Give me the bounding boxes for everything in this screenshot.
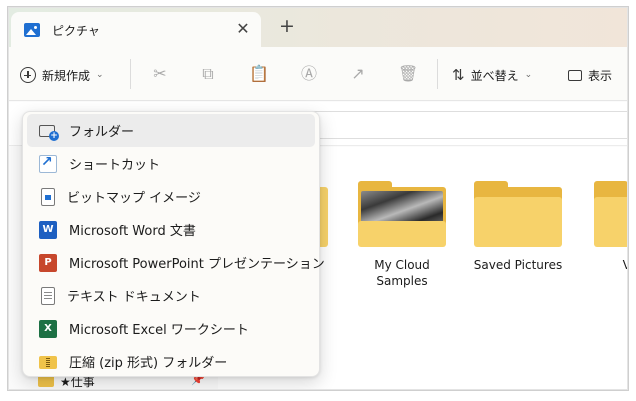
new-tab-button[interactable]: +	[274, 15, 300, 39]
new-item-menu: + フォルダー ショートカット ビットマップ イメージ W Microsoft …	[22, 111, 325, 378]
folder-label: Vi Co	[588, 257, 628, 273]
view-button-label: 表示	[588, 68, 613, 83]
menu-item-label: フォルダー	[69, 125, 135, 140]
tab-title: ピクチャ	[52, 24, 100, 38]
menu-item-word[interactable]: W Microsoft Word 文書	[27, 213, 315, 246]
chevron-down-icon: ⌄	[96, 70, 104, 80]
pictures-icon	[24, 23, 40, 37]
folder-label: Saved Pictures	[473, 258, 563, 272]
word-icon: W	[39, 220, 57, 239]
powerpoint-icon: P	[39, 253, 57, 272]
preview-thumbnail	[361, 191, 443, 225]
explorer-window: ピクチャ ✕ + 新規作成 ⌄ ✂ ⧉ 📋 Ⓐ ↗ 🗑 ⇅ 並べ替え ⌄ 表示	[7, 6, 629, 391]
folder-icon	[594, 181, 628, 247]
menu-item-label: ビットマップ イメージ	[67, 191, 201, 206]
rename-icon[interactable]: Ⓐ	[299, 64, 319, 84]
plus-circle-icon	[20, 67, 36, 83]
delete-icon[interactable]: 🗑	[398, 64, 418, 84]
folder-label: My Cloud Samples	[374, 258, 430, 288]
sort-icon: ⇅	[452, 66, 465, 84]
copy-icon[interactable]: ⧉	[198, 64, 218, 84]
folder-icon	[474, 181, 562, 247]
folder-tile-videos[interactable]: Vi Co	[588, 181, 628, 273]
view-button[interactable]: 表示	[568, 64, 612, 86]
shortcut-icon	[39, 154, 57, 173]
menu-item-label: テキスト ドキュメント	[67, 290, 201, 305]
menu-item-powerpoint[interactable]: P Microsoft PowerPoint プレゼンテーション	[27, 246, 325, 279]
view-icon	[568, 69, 582, 81]
menu-item-text-document[interactable]: テキスト ドキュメント	[27, 279, 315, 312]
chevron-down-icon: ⌄	[524, 70, 533, 80]
sort-button[interactable]: ⇅ 並べ替え ⌄	[452, 64, 532, 86]
menu-item-excel[interactable]: X Microsoft Excel ワークシート	[27, 312, 315, 345]
folder-icon	[358, 181, 446, 247]
zip-folder-icon	[39, 353, 57, 371]
menu-item-label: Microsoft PowerPoint プレゼンテーション	[69, 257, 325, 272]
bitmap-icon	[41, 187, 55, 206]
share-icon[interactable]: ↗	[348, 64, 368, 84]
new-folder-icon: +	[39, 122, 59, 141]
menu-item-label: ショートカット	[69, 158, 161, 173]
menu-item-label: Microsoft Excel ワークシート	[69, 323, 249, 338]
tab-strip: ピクチャ ✕ +	[8, 7, 628, 47]
sort-button-label: 並べ替え	[470, 68, 519, 83]
cut-icon[interactable]: ✂	[150, 64, 170, 84]
paste-icon[interactable]: 📋	[249, 64, 269, 84]
folder-tile-my-cloud-samples[interactable]: My Cloud Samples	[352, 181, 452, 289]
new-button-label: 新規作成	[42, 68, 91, 83]
text-document-icon	[41, 286, 55, 305]
divider	[130, 59, 131, 89]
address-bar[interactable]	[304, 111, 628, 139]
tab-pictures[interactable]: ピクチャ ✕	[11, 12, 261, 47]
close-icon[interactable]: ✕	[233, 19, 253, 39]
folder-tile-saved-pictures[interactable]: Saved Pictures	[468, 181, 568, 273]
new-button[interactable]: 新規作成 ⌄	[20, 64, 104, 86]
menu-item-zip-folder[interactable]: 圧縮 (zip 形式) フォルダー	[27, 345, 315, 378]
command-bar: 新規作成 ⌄ ✂ ⧉ 📋 Ⓐ ↗ 🗑 ⇅ 並べ替え ⌄ 表示	[8, 47, 628, 101]
menu-item-label: Microsoft Word 文書	[69, 224, 196, 239]
menu-item-folder[interactable]: + フォルダー	[27, 114, 315, 147]
menu-item-shortcut[interactable]: ショートカット	[27, 147, 315, 180]
menu-item-label: 圧縮 (zip 形式) フォルダー	[69, 356, 228, 371]
excel-icon: X	[39, 319, 57, 338]
menu-item-bitmap[interactable]: ビットマップ イメージ	[27, 180, 315, 213]
divider	[437, 59, 438, 89]
